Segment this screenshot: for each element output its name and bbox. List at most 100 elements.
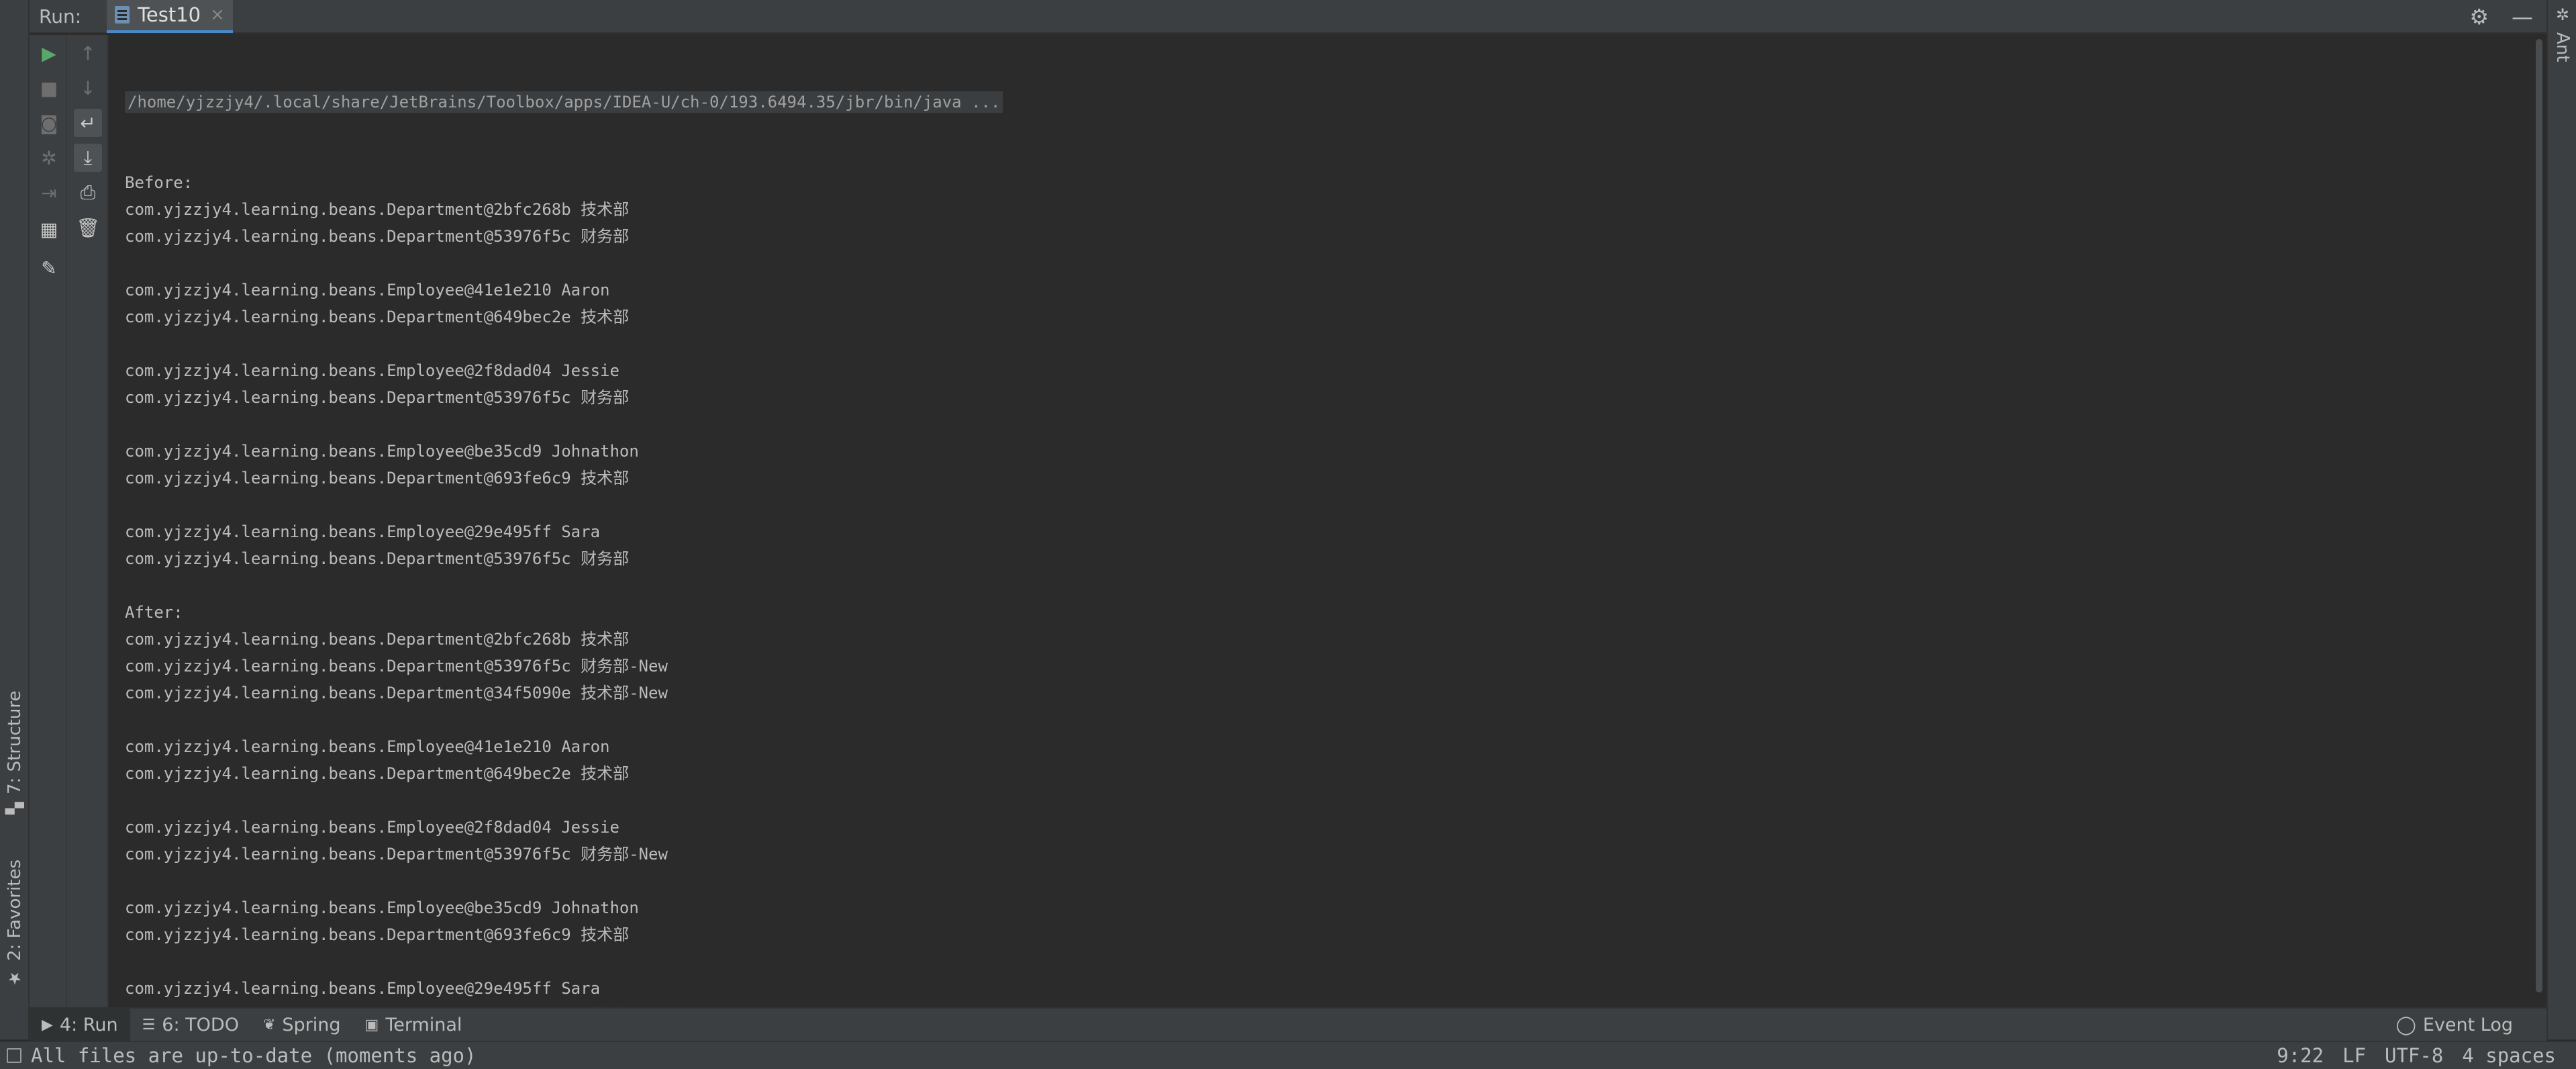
scroll-down-button[interactable]: ↓ — [74, 74, 102, 102]
arrow-down-icon: ↓ — [80, 77, 96, 99]
event-log-tab[interactable]: ◯ Event Log — [2396, 1009, 2513, 1041]
spring-leaf-icon: ❦ — [262, 1016, 276, 1033]
scroll-to-end-icon: ⤓ — [83, 146, 93, 169]
tool-tab-todo[interactable]: ☰ 6: TODO — [130, 1009, 251, 1041]
speech-bubble-icon: ◯ — [2395, 1014, 2416, 1035]
exit-button[interactable]: ⇥ — [35, 179, 63, 207]
soft-wrap-icon: ↵ — [80, 111, 96, 134]
event-log-label: Event Log — [2422, 1014, 2513, 1035]
console-line: com.yjzzjy4.learning.beans.Department@69… — [125, 925, 630, 944]
tool-tab-spring[interactable]: ❦ Spring — [251, 1009, 353, 1041]
rerun-button[interactable]: ▶ — [35, 39, 63, 67]
structure-tab-label: 7: Structure — [5, 690, 25, 794]
run-toolbar-secondary: ↑ ↓ ↵ ⤓ ⎙ 🗑 — [67, 35, 109, 1007]
camera-icon: ◙ — [40, 111, 58, 134]
structure-tab[interactable]: ▚ 7: Structure — [0, 678, 30, 826]
console-line: com.yjzzjy4.learning.beans.Department@69… — [125, 469, 630, 487]
right-tool-strip: ✲ Ant — [2546, 0, 2576, 1039]
java-class-icon — [115, 6, 130, 24]
console-line: com.yjzzjy4.learning.beans.Employee@2f8d… — [125, 361, 620, 380]
console-line: com.yjzzjy4.learning.beans.Employee@41e1… — [125, 737, 610, 756]
console-command-line: /home/yjzzjy4/.local/share/JetBrains/Too… — [125, 89, 1003, 115]
stop-icon: ■ — [40, 77, 58, 99]
console-scrollbar[interactable] — [2532, 35, 2546, 1007]
console-lines: /home/yjzzjy4/.local/share/JetBrains/Too… — [125, 35, 1003, 1007]
console-line: com.yjzzjy4.learning.beans.Department@2b… — [125, 630, 630, 649]
console-line: Before: — [125, 173, 193, 192]
line-separator[interactable]: LF — [2342, 1044, 2366, 1067]
close-tab-icon[interactable]: × — [210, 5, 225, 25]
soft-wrap-button[interactable]: ↵ — [74, 109, 102, 137]
clear-all-button[interactable]: 🗑 — [74, 214, 102, 242]
console-line: com.yjzzjy4.learning.beans.Department@53… — [125, 657, 668, 676]
exit-icon: ⇥ — [41, 181, 57, 204]
favorites-tab[interactable]: ★ 2: Favorites — [0, 847, 30, 1001]
scroll-up-button[interactable]: ↑ — [74, 39, 102, 67]
console-line: com.yjzzjy4.learning.beans.Employee@41e1… — [125, 281, 610, 299]
status-bar: All files are up-to-date (moments ago) 9… — [0, 1041, 2576, 1069]
run-panel-label: Run: — [39, 5, 82, 28]
indent-setting[interactable]: 4 spaces — [2462, 1044, 2556, 1067]
console-line: com.yjzzjy4.learning.beans.Department@53… — [125, 549, 630, 568]
caret-position[interactable]: 9:22 — [2277, 1044, 2324, 1067]
print-button[interactable]: ⎙ — [74, 179, 102, 207]
tool-tab-spring-label: Spring — [282, 1014, 341, 1035]
console-line: After: — [125, 603, 183, 622]
run-config-tab-title: Test10 — [138, 3, 201, 26]
favorites-tab-label: 2: Favorites — [5, 859, 25, 962]
run-config-tab[interactable]: Test10 × — [107, 0, 233, 33]
layout-button[interactable]: ▦ — [35, 215, 63, 243]
minimize-icon[interactable]: — — [2512, 4, 2533, 30]
status-message: All files are up-to-date (moments ago) — [31, 1044, 477, 1067]
settings-button[interactable]: ✲ — [35, 144, 63, 172]
tool-tab-run-label: 4: Run — [59, 1014, 118, 1035]
console-line: com.yjzzjy4.learning.beans.Department@53… — [125, 845, 668, 864]
console-output[interactable]: /home/yjzzjy4/.local/share/JetBrains/Too… — [109, 35, 2532, 1007]
run-icon: ▶ — [42, 1016, 53, 1033]
run-panel-header: Run: Test10 × ⚙ — — [30, 0, 2546, 34]
ant-tab[interactable]: ✲ Ant — [2548, 5, 2576, 62]
file-encoding[interactable]: UTF-8 — [2385, 1044, 2443, 1067]
terminal-icon: ▣ — [364, 1016, 379, 1033]
list-icon: ☰ — [142, 1016, 156, 1033]
console-line: com.yjzzjy4.learning.beans.Employee@be35… — [125, 898, 639, 917]
console-scroll-thumb[interactable] — [2536, 39, 2542, 992]
structure-icon: ▚ — [5, 802, 24, 815]
scroll-to-end-button[interactable]: ⤓ — [74, 144, 102, 172]
arrow-up-icon: ↑ — [80, 42, 96, 64]
dump-threads-button[interactable]: ◙ — [35, 109, 63, 137]
tool-tab-run[interactable]: ▶ 4: Run — [30, 1009, 130, 1041]
console-line: com.yjzzjy4.learning.beans.Department@64… — [125, 308, 630, 326]
console-line: com.yjzzjy4.learning.beans.Employee@29e4… — [125, 522, 601, 541]
cog-icon: ✲ — [41, 146, 57, 169]
console-line: com.yjzzjy4.learning.beans.Department@53… — [125, 388, 630, 407]
tool-tab-todo-label: 6: TODO — [162, 1014, 239, 1035]
stop-button[interactable]: ■ — [35, 74, 63, 102]
console-line: com.yjzzjy4.learning.beans.Employee@be35… — [125, 442, 639, 461]
ant-tab-label: Ant — [2553, 32, 2573, 62]
tool-tab-terminal[interactable]: ▣ Terminal — [353, 1009, 475, 1041]
status-toggle-icon[interactable] — [7, 1048, 21, 1063]
pin-button[interactable]: ✎ — [35, 254, 63, 282]
console-line: com.yjzzjy4.learning.beans.Department@53… — [125, 227, 630, 246]
star-icon: ★ — [5, 969, 24, 988]
console-line: com.yjzzjy4.learning.beans.Employee@29e4… — [125, 979, 601, 998]
console-line: com.yjzzjy4.learning.beans.Employee@2f8d… — [125, 818, 620, 837]
gear-icon[interactable]: ⚙ — [2469, 4, 2489, 30]
console-line: com.yjzzjy4.learning.beans.Department@2b… — [125, 200, 630, 219]
console-line: com.yjzzjy4.learning.beans.Department@34… — [125, 684, 668, 702]
printer-icon: ⎙ — [80, 181, 96, 203]
left-tool-strip: ▚ 7: Structure ★ 2: Favorites — [0, 0, 30, 1039]
console-line: com.yjzzjy4.learning.beans.Department@64… — [125, 764, 630, 783]
tool-tab-terminal-label: Terminal — [385, 1014, 462, 1035]
layout-icon: ▦ — [40, 218, 58, 240]
